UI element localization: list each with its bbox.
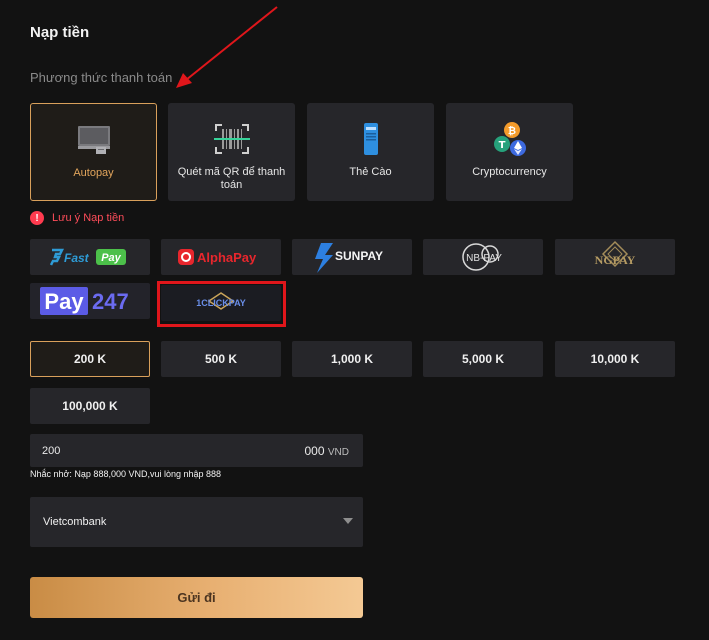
sunpay-logo: SUNPAY [315, 243, 383, 273]
amount-200k[interactable]: 200 K [30, 341, 150, 377]
bank-sunpay[interactable]: SUNPAY [292, 239, 412, 275]
bank-alphapay[interactable]: AlphaPay [161, 239, 281, 275]
qr-scan-icon [212, 121, 252, 157]
method-scratch-card[interactable]: Thẻ Cào [307, 103, 434, 201]
payment-method-label: Phương thức thanh toán [30, 70, 173, 85]
amount-suffix-num: 000 [304, 444, 325, 458]
amount-1000k[interactable]: 1,000 K [292, 341, 412, 377]
amount-10000k[interactable]: 10,000 K [555, 341, 675, 377]
nbpay-logo-text: NB-PAY [466, 253, 502, 264]
ngpay-logo: NGPAY [595, 240, 636, 268]
method-label: Autopay [73, 167, 114, 179]
bank-select[interactable]: Vietcombank [30, 497, 363, 547]
fastpay-logo: Fast Pay [50, 248, 126, 266]
method-autopay[interactable]: Autopay [30, 103, 157, 201]
pay247-logo: Pay 247 [40, 287, 129, 315]
amount-input[interactable] [30, 434, 270, 467]
bank-nbpay[interactable]: NB-PAY [423, 239, 543, 275]
fastpay-logo-text-1: Fast [64, 251, 90, 265]
monitor-icon [74, 122, 114, 158]
alphapay-logo: AlphaPay [178, 249, 257, 265]
bank-pay247[interactable]: Pay 247 [30, 283, 150, 319]
warning-icon: ! [30, 211, 44, 225]
submit-button[interactable]: Gửi đi [30, 577, 363, 618]
amount-100000k[interactable]: 100,000 K [30, 388, 150, 424]
page-title: Nạp tiền [30, 24, 90, 41]
amount-input-box: 000 VND [30, 434, 363, 467]
deposit-reminder: Nhắc nhở: Nạp 888,000 VND,vui lòng nhập … [30, 469, 222, 479]
deposit-notice[interactable]: ! Lưu ý Nạp tiền [30, 211, 124, 225]
method-qr[interactable]: Quét mã QR để thanh toán [168, 103, 295, 201]
method-label: Thẻ Cào [349, 166, 392, 178]
amount-suffix: 000 VND [305, 444, 350, 458]
notice-text: Lưu ý Nạp tiền [52, 212, 125, 224]
nbpay-logo: NB-PAY [462, 243, 502, 271]
amount-500k[interactable]: 500 K [161, 341, 281, 377]
amount-5000k[interactable]: 5,000 K [423, 341, 543, 377]
method-label: Cryptocurrency [472, 166, 547, 178]
fastpay-logo-text-2: Pay [101, 252, 121, 264]
svg-text:₿: ₿ [507, 125, 515, 137]
scratch-card-icon [351, 121, 391, 157]
ngpay-logo-text: NGPAY [595, 253, 636, 267]
chevron-down-icon [343, 518, 353, 524]
pay247-logo-text-2: 247 [92, 289, 129, 314]
svg-text:T: T [498, 140, 505, 151]
pay247-logo-text-1: Pay [44, 289, 84, 314]
bank-ngpay[interactable]: NGPAY [555, 239, 675, 275]
currency-unit: VND [327, 447, 349, 458]
bank-select-value: Vietcombank [43, 516, 107, 528]
selected-bank-highlight [157, 281, 286, 327]
method-crypto[interactable]: ₿ T Cryptocurrency [446, 103, 573, 201]
bank-fastpay[interactable]: Fast Pay [30, 239, 150, 275]
crypto-coins-icon: ₿ T [490, 121, 530, 157]
sunpay-logo-text: SUNPAY [335, 249, 383, 263]
method-label: Quét mã QR để thanh toán [177, 166, 286, 191]
alphapay-logo-text: AlphaPay [197, 250, 257, 265]
